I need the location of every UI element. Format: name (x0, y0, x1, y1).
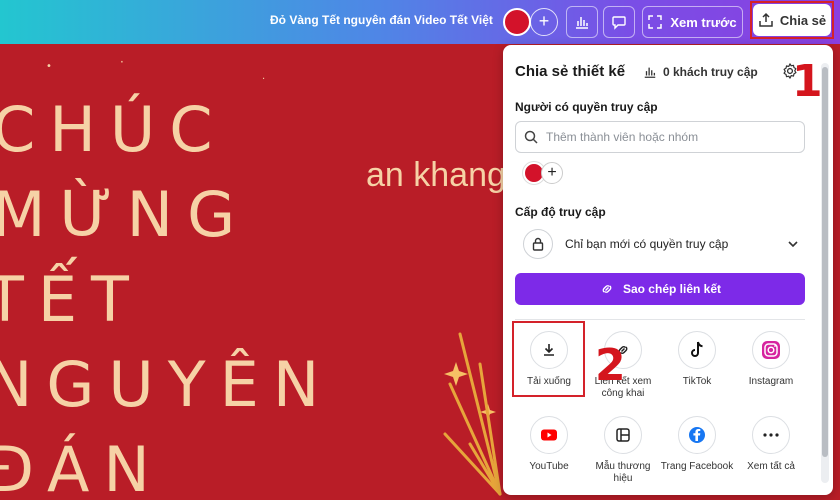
see-all-option[interactable]: Xem tất cả (733, 416, 809, 473)
visitors-count: 0 khách truy cập (663, 65, 758, 79)
facebook-option[interactable]: Trang Facebook (659, 416, 735, 473)
access-level-dropdown[interactable]: Chỉ bạn mới có quyền truy cập (515, 228, 805, 260)
download-highlight-box (512, 321, 585, 397)
svg-text:•: • (46, 61, 52, 72)
greeting-line-1: CHÚC (0, 93, 227, 166)
greeting-line-3: TẾT (0, 263, 143, 336)
add-collaborator-button[interactable]: + (530, 8, 558, 36)
share-label: Chia sẻ (779, 12, 827, 28)
instagram-option[interactable]: Instagram (733, 331, 809, 388)
share-button[interactable]: Chia sẻ (753, 4, 831, 36)
facebook-icon (678, 416, 716, 454)
lock-icon (523, 229, 553, 259)
tiktok-icon (678, 331, 716, 369)
access-level-value: Chỉ bạn mới có quyền truy cập (565, 237, 729, 251)
search-input[interactable] (546, 130, 786, 144)
facebook-label: Trang Facebook (660, 461, 734, 472)
brand-template-icon (604, 416, 642, 454)
comment-icon (612, 16, 626, 30)
panel-title: Chia sẻ thiết kế (515, 63, 626, 80)
brand-template-label: Mẫu thương hiệu (595, 461, 651, 484)
stats-button[interactable] (566, 6, 598, 38)
visitors-button[interactable]: 0 khách truy cập (643, 65, 758, 79)
preview-label: Xem trước (670, 14, 737, 30)
copy-link-label: Sao chép liên kết (622, 282, 722, 296)
scrollbar-thumb[interactable] (822, 67, 828, 457)
step-1-annotation: 1 (792, 56, 823, 107)
brand-template-option[interactable]: Mẫu thương hiệu (585, 416, 661, 485)
access-level-label: Cấp độ truy cập (515, 205, 606, 219)
comment-button[interactable] (603, 6, 635, 38)
tiktok-option[interactable]: TikTok (659, 331, 735, 388)
document-title[interactable]: Đỏ Vàng Tết nguyên đán Video Tết Việt (270, 13, 493, 27)
stats-icon (644, 67, 656, 78)
divider (515, 319, 805, 320)
youtube-option[interactable]: YouTube (511, 416, 587, 473)
avatar[interactable] (503, 8, 531, 36)
greeting-line-2: MỪNG (0, 178, 250, 251)
chevron-down-icon (788, 241, 798, 248)
instagram-label: Instagram (748, 376, 794, 387)
copy-link-button[interactable]: Sao chép liên kết (515, 273, 805, 305)
more-icon (752, 416, 790, 454)
step-2-annotation: 2 (595, 340, 626, 391)
greeting-line-4: NGUYÊN (0, 348, 334, 421)
see-all-label: Xem tất cả (747, 461, 795, 472)
svg-text:·: · (120, 55, 124, 69)
expand-icon (648, 15, 663, 29)
top-bar: Đỏ Vàng Tết nguyên đán Video Tết Việt + … (0, 0, 840, 44)
stats-icon (576, 17, 588, 29)
greeting-line-5: ĐÁN (0, 433, 164, 500)
youtube-label: YouTube (529, 461, 569, 472)
link-icon (602, 285, 612, 293)
youtube-icon (530, 416, 568, 454)
tiktok-label: TikTok (682, 376, 712, 387)
search-members-field[interactable] (515, 121, 805, 153)
share-panel: Chia sẻ thiết kế 0 khách truy cập Người … (503, 45, 833, 495)
search-icon (524, 130, 538, 144)
add-member-button[interactable]: + (541, 162, 563, 184)
svg-text:·: · (262, 74, 265, 85)
upload-icon (759, 12, 773, 27)
canvas-subtitle: an khang (366, 156, 506, 194)
access-people-label: Người có quyền truy cập (515, 100, 658, 114)
preview-button[interactable]: Xem trước (642, 6, 743, 38)
instagram-icon (752, 331, 790, 369)
